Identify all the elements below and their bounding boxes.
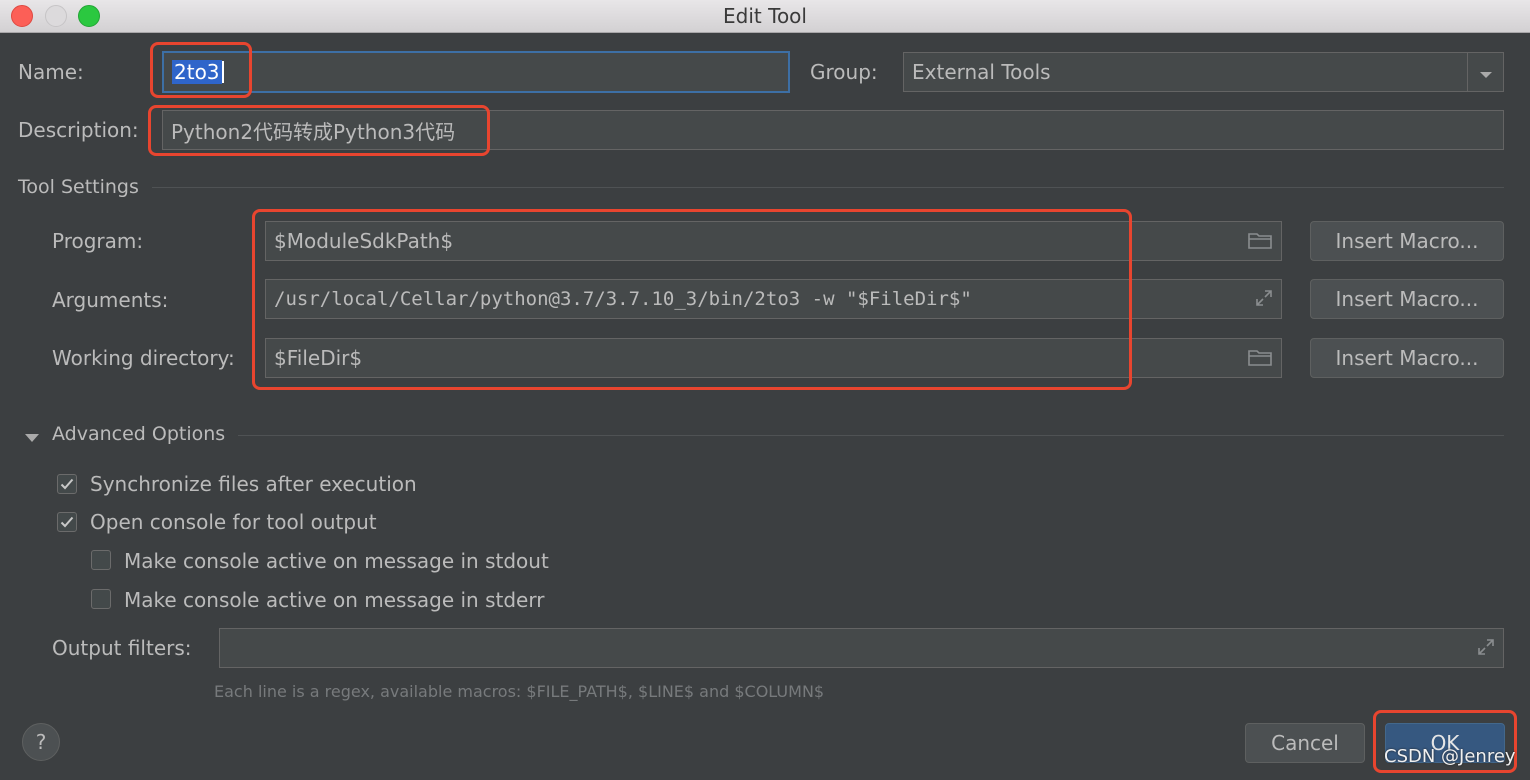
advanced-options-header[interactable]: Advanced Options: [52, 423, 225, 445]
group-value: External Tools: [912, 60, 1051, 84]
cancel-button[interactable]: Cancel: [1245, 723, 1365, 763]
expand-icon[interactable]: [1254, 288, 1274, 312]
output-filters-label: Output filters:: [52, 636, 192, 660]
checkbox-console-active-stderr[interactable]: [91, 589, 111, 609]
checkbox-open-console[interactable]: [57, 512, 77, 532]
highlight-box-description: [148, 105, 490, 156]
advanced-options-separator: [238, 435, 1504, 436]
highlight-box-tool-settings: [252, 209, 1132, 390]
option-label[interactable]: Make console active on message in stdout: [124, 549, 549, 573]
folder-icon[interactable]: [1248, 231, 1272, 253]
chevron-down-icon[interactable]: [1478, 66, 1494, 85]
arguments-label: Arguments:: [52, 288, 169, 312]
checkbox-console-active-stdout[interactable]: [91, 550, 111, 570]
group-select[interactable]: External Tools: [903, 52, 1504, 92]
working-directory-insert-macro-button[interactable]: Insert Macro...: [1310, 338, 1504, 378]
window-title: Edit Tool: [723, 4, 807, 28]
description-label: Description:: [18, 118, 139, 142]
working-directory-label: Working directory:: [52, 346, 235, 370]
output-filters-input[interactable]: [219, 628, 1504, 668]
option-label[interactable]: Synchronize files after execution: [90, 472, 417, 496]
tool-settings-separator: [152, 187, 1504, 188]
output-filters-hint: Each line is a regex, available macros: …: [214, 682, 825, 701]
tool-settings-header: Tool Settings: [18, 176, 139, 198]
group-label: Group:: [810, 60, 878, 84]
program-insert-macro-button[interactable]: Insert Macro...: [1310, 221, 1504, 261]
watermark-text: CSDN @Jenrey: [1384, 746, 1516, 767]
checkbox-synchronize-files[interactable]: [57, 474, 77, 494]
folder-icon[interactable]: [1248, 348, 1272, 370]
triangle-down-icon[interactable]: [24, 429, 40, 448]
program-label: Program:: [52, 229, 144, 253]
help-button[interactable]: ?: [22, 723, 60, 761]
option-label[interactable]: Make console active on message in stderr: [124, 588, 544, 612]
name-label: Name:: [18, 60, 84, 84]
arguments-insert-macro-button[interactable]: Insert Macro...: [1310, 279, 1504, 319]
name-input[interactable]: 2to3: [162, 51, 790, 93]
expand-icon[interactable]: [1476, 637, 1496, 661]
option-label[interactable]: Open console for tool output: [90, 510, 377, 534]
group-select-divider: [1467, 53, 1468, 91]
highlight-box-name: [150, 42, 252, 98]
